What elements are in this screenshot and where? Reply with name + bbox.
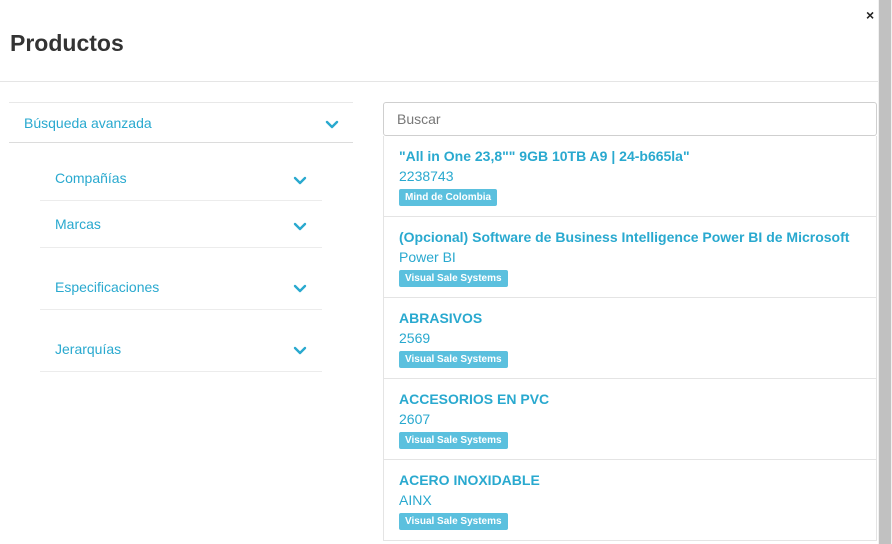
header-divider xyxy=(0,81,878,82)
filter-companias[interactable]: Compañías xyxy=(40,159,322,201)
list-item[interactable]: ABRASIVOS 2569 Visual Sale Systems xyxy=(384,298,876,379)
chevron-down-icon[interactable] xyxy=(293,176,307,186)
product-name[interactable]: ACERO INOXIDABLE xyxy=(399,472,540,488)
chevron-down-icon[interactable] xyxy=(293,346,307,356)
page-title: Productos xyxy=(10,30,124,56)
scrollbar-thumb[interactable] xyxy=(879,0,891,544)
company-badge: Mind de Colombia xyxy=(399,189,498,206)
company-badge: Visual Sale Systems xyxy=(399,432,508,449)
products-modal: × Productos Búsqueda avanzada Compañías … xyxy=(0,0,892,544)
chevron-down-icon[interactable] xyxy=(293,284,307,294)
company-badge: Visual Sale Systems xyxy=(399,351,508,368)
product-code: Power BI xyxy=(399,249,456,265)
filter-label: Jerarquías xyxy=(55,341,122,357)
filter-label: Marcas xyxy=(55,216,101,232)
list-item[interactable]: ACCESORIOS EN PVC 2607 Visual Sale Syste… xyxy=(384,379,876,460)
advanced-search-toggle[interactable]: Búsqueda avanzada xyxy=(9,102,353,143)
list-item[interactable]: "All in One 23,8"" 9GB 10TB A9 | 24-b665… xyxy=(384,136,876,217)
close-icon[interactable]: × xyxy=(866,8,874,22)
product-list: "All in One 23,8"" 9GB 10TB A9 | 24-b665… xyxy=(383,136,877,541)
product-code: 2238743 xyxy=(399,168,454,184)
filter-marcas[interactable]: Marcas xyxy=(40,201,322,248)
product-name[interactable]: ABRASIVOS xyxy=(399,310,482,326)
filters-panel: Búsqueda avanzada Compañías Marcas Espec… xyxy=(9,102,353,372)
filter-especificaciones[interactable]: Especificaciones xyxy=(40,248,322,310)
product-code: AINX xyxy=(399,492,432,508)
product-name[interactable]: "All in One 23,8"" 9GB 10TB A9 | 24-b665… xyxy=(399,148,690,164)
product-name[interactable]: ACCESORIOS EN PVC xyxy=(399,391,549,407)
product-code: 2607 xyxy=(399,411,431,427)
scrollbar[interactable] xyxy=(878,0,892,544)
company-badge: Visual Sale Systems xyxy=(399,270,508,287)
list-item[interactable]: (Opcional) Software de Business Intellig… xyxy=(384,217,876,298)
filter-label: Especificaciones xyxy=(55,279,160,295)
filter-jerarquias[interactable]: Jerarquías xyxy=(40,310,322,372)
chevron-down-icon[interactable] xyxy=(325,120,339,130)
advanced-search-label: Búsqueda avanzada xyxy=(24,115,152,131)
product-name[interactable]: (Opcional) Software de Business Intellig… xyxy=(399,229,849,245)
company-badge: Visual Sale Systems xyxy=(399,513,508,530)
list-item[interactable]: ACERO INOXIDABLE AINX Visual Sale System… xyxy=(384,460,876,541)
chevron-down-icon[interactable] xyxy=(293,222,307,232)
search-input[interactable] xyxy=(383,102,877,136)
product-code: 2569 xyxy=(399,330,431,346)
filter-label: Compañías xyxy=(55,170,127,186)
